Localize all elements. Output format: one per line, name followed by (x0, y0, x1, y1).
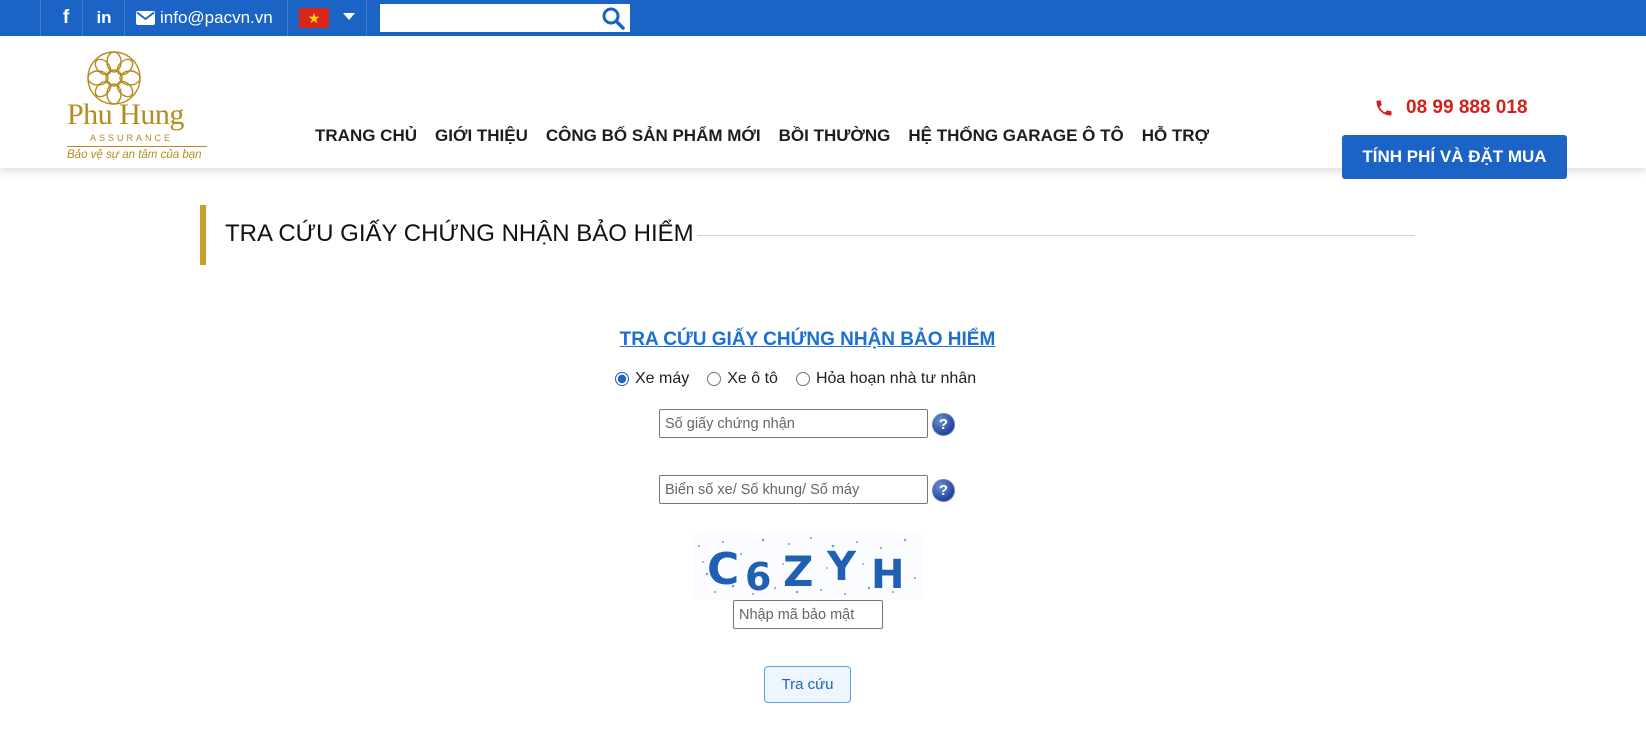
radio-option-car[interactable]: Xe ô tô (707, 370, 778, 388)
svg-text:H: H (871, 552, 904, 598)
radio-motorbike[interactable] (615, 372, 629, 386)
captcha-image: C 6 Z Y H (693, 534, 923, 600)
linkedin-icon[interactable]: in (93, 0, 115, 36)
quote-and-buy-button[interactable]: TÍNH PHÍ VÀ ĐẶT MUA (1342, 135, 1567, 179)
title-divider (697, 235, 1415, 236)
insurance-type-radio-group: Xe máy Xe ô tô Hỏa hoạn nhà tư nhân (615, 370, 976, 388)
svg-text:6: 6 (745, 555, 771, 599)
svg-text:Z: Z (783, 547, 813, 596)
certificate-number-input[interactable] (659, 409, 928, 438)
phone-icon (1376, 100, 1392, 116)
title-accent-bar (200, 205, 206, 265)
radio-label: Hỏa hoạn nhà tư nhân (815, 370, 977, 387)
captcha-input[interactable] (733, 600, 883, 629)
logo[interactable]: Phu Hung ASSURANCE Bảo vệ sự an tâm của … (62, 50, 212, 161)
svg-text:Y: Y (826, 544, 857, 590)
plate-chassis-engine-input[interactable] (659, 475, 928, 504)
help-icon[interactable]: ? (932, 479, 955, 502)
nav-item-home[interactable]: TRANG CHỦ (315, 126, 417, 146)
divider (366, 0, 367, 36)
email-link[interactable]: info@pacvn.vn (136, 0, 273, 36)
hotline[interactable]: 08 99 888 018 (1374, 97, 1528, 119)
top-bar: f in info@pacvn.vn ★ (0, 0, 1646, 36)
nav-item-about[interactable]: GIỚI THIỆU (435, 126, 528, 146)
help-icon[interactable]: ? (932, 413, 955, 436)
divider (124, 0, 125, 36)
logo-subtitle: ASSURANCE (90, 133, 174, 143)
divider (82, 0, 83, 36)
lookup-button[interactable]: Tra cứu (764, 666, 851, 703)
nav-item-new-products[interactable]: CÔNG BỐ SẢN PHẨM MỚI (546, 126, 761, 146)
divider (287, 0, 288, 36)
radio-option-home-fire[interactable]: Hỏa hoạn nhà tư nhân (795, 370, 977, 388)
nav-item-claims[interactable]: BỒI THƯỜNG (779, 126, 891, 146)
radio-option-motorbike[interactable]: Xe máy (615, 370, 689, 388)
email-text: info@pacvn.vn (160, 8, 273, 27)
search-icon[interactable] (601, 6, 625, 30)
chevron-down-icon[interactable] (343, 13, 355, 20)
phone-number: 08 99 888 018 (1406, 97, 1528, 118)
nav-item-garage-system[interactable]: HỆ THỐNG GARAGE Ô TÔ (908, 126, 1123, 146)
divider (40, 0, 41, 36)
form-title-link[interactable]: TRA CỨU GIẤY CHỨNG NHẬN BẢO HIỂM (610, 329, 1005, 351)
logo-name: Phu Hung (67, 98, 184, 131)
page-title: TRA CỨU GIẤY CHỨNG NHẬN BẢO HIỂM (225, 220, 694, 247)
radio-label: Xe máy (635, 370, 690, 387)
search-input[interactable] (380, 4, 630, 32)
radio-label: Xe ô tô (727, 370, 778, 387)
facebook-icon[interactable]: f (56, 0, 76, 36)
svg-text:C: C (707, 544, 739, 595)
nav-item-support[interactable]: HỖ TRỢ (1142, 126, 1209, 146)
vietnam-flag-icon[interactable]: ★ (299, 8, 329, 28)
logo-tagline: Bảo vệ sự an tâm của bạn (67, 149, 202, 161)
site-header: Phu Hung ASSURANCE Bảo vệ sự an tâm của … (0, 36, 1646, 179)
envelope-icon (136, 11, 155, 25)
radio-car[interactable] (707, 372, 722, 386)
radio-home-fire[interactable] (795, 372, 810, 386)
logo-divider (67, 146, 207, 147)
main-nav: TRANG CHỦ GIỚI THIỆU CÔNG BỐ SẢN PHẨM MỚ… (315, 126, 1209, 146)
